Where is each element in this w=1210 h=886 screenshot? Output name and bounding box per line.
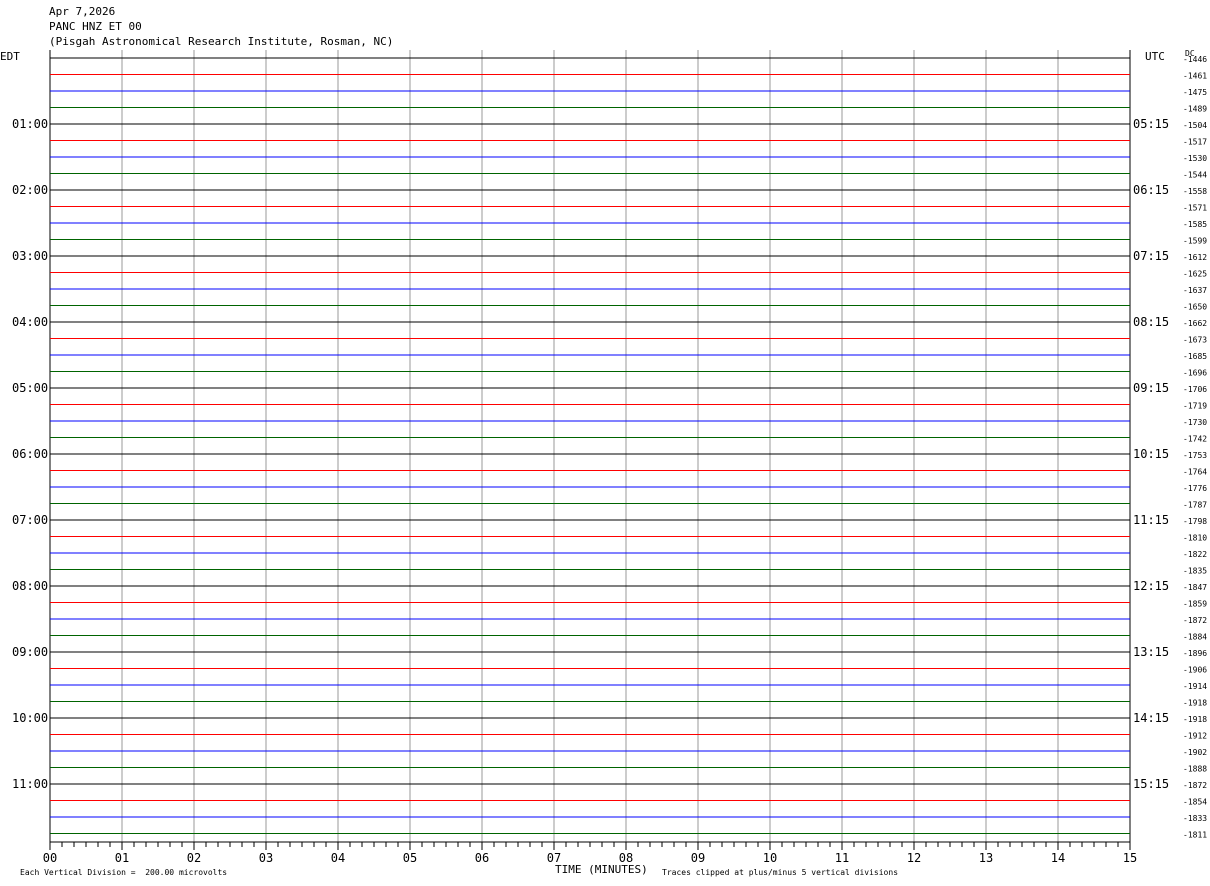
right-time-label: 13:15 [1133, 645, 1169, 659]
dc-offset-label: -1599 [1183, 237, 1207, 246]
right-time-label: 14:15 [1133, 711, 1169, 725]
dc-offset-label: -1811 [1183, 831, 1207, 840]
left-time-label: 02:00 [12, 183, 48, 197]
dc-offset-label: -1918 [1183, 715, 1207, 724]
dc-offset-label: -1884 [1183, 633, 1207, 642]
dc-offset-label: -1798 [1183, 517, 1207, 526]
dc-offset-label: -1896 [1183, 649, 1207, 658]
dc-offset-label: -1706 [1183, 385, 1207, 394]
x-tick-label: 01 [115, 851, 129, 865]
left-time-label: 07:00 [12, 513, 48, 527]
dc-offset-label: -1571 [1183, 204, 1207, 213]
dc-offset-label: -1914 [1183, 682, 1207, 691]
dc-offset-label: -1753 [1183, 451, 1207, 460]
dc-offset-label: -1833 [1183, 814, 1207, 823]
right-time-label: 09:15 [1133, 381, 1169, 395]
dc-offset-label: -1673 [1183, 336, 1207, 345]
x-tick-label: 12 [907, 851, 921, 865]
dc-offset-label: -1475 [1183, 88, 1207, 97]
dc-offset-label: -1787 [1183, 501, 1207, 510]
dc-offset-label: -1918 [1183, 699, 1207, 708]
x-tick-label: 10 [763, 851, 777, 865]
x-tick-label: 11 [835, 851, 849, 865]
right-time-label: 15:15 [1133, 777, 1169, 791]
x-tick-label: 09 [691, 851, 705, 865]
dc-offset-label: -1637 [1183, 286, 1207, 295]
dc-offset-label: -1696 [1183, 369, 1207, 378]
right-time-label: 07:15 [1133, 249, 1169, 263]
right-time-label: 11:15 [1133, 513, 1169, 527]
x-tick-label: 02 [187, 851, 201, 865]
dc-offset-label: -1872 [1183, 781, 1207, 790]
dc-offset-label: -1742 [1183, 435, 1207, 444]
dc-offset-label: -1847 [1183, 583, 1207, 592]
dc-offset-label: -1585 [1183, 220, 1207, 229]
right-time-label: 08:15 [1133, 315, 1169, 329]
dc-offset-label: -1835 [1183, 567, 1207, 576]
dc-offset-label: -1662 [1183, 319, 1207, 328]
scale-note: Each Vertical Division = 200.00 microvol… [20, 868, 228, 877]
dc-offset-label: -1810 [1183, 534, 1207, 543]
dc-offset-label: -1730 [1183, 418, 1207, 427]
right-time-label: 12:15 [1133, 579, 1169, 593]
dc-offset-label: -1902 [1183, 748, 1207, 757]
dc-offset-label: -1764 [1183, 468, 1207, 477]
dc-offset-label: -1544 [1183, 171, 1207, 180]
left-time-label: 08:00 [12, 579, 48, 593]
dc-offset-label: -1888 [1183, 765, 1207, 774]
dc-offset-label: -1650 [1183, 303, 1207, 312]
dc-offset-label: -1859 [1183, 600, 1207, 609]
dc-offset-label: -1461 [1183, 72, 1207, 81]
dc-offset-label: -1558 [1183, 187, 1207, 196]
dc-offset-label: -1776 [1183, 484, 1207, 493]
dc-offset-label: -1612 [1183, 253, 1207, 262]
dc-offset-label: -1912 [1183, 732, 1207, 741]
x-tick-label: 05 [403, 851, 417, 865]
right-time-label: 05:15 [1133, 117, 1169, 131]
right-time-label: 06:15 [1133, 183, 1169, 197]
dc-offset-label: -1446 [1183, 55, 1207, 64]
left-time-label: 05:00 [12, 381, 48, 395]
dc-offset-label: -1489 [1183, 105, 1207, 114]
left-time-label: 04:00 [12, 315, 48, 329]
right-time-label: 10:15 [1133, 447, 1169, 461]
helicorder-plot: -1446 -1461 -1475 -1489 -1504 -1517 -1530 -1544… [12, 50, 1207, 865]
x-tick-label: 04 [331, 851, 345, 865]
dc-offset-label: -1517 [1183, 138, 1207, 147]
left-time-label: 01:00 [12, 117, 48, 131]
left-time-label: 03:00 [12, 249, 48, 263]
x-axis-label: TIME (MINUTES) [555, 863, 648, 876]
left-time-label: 11:00 [12, 777, 48, 791]
dc-offset-label: -1530 [1183, 154, 1207, 163]
x-tick-label: 13 [979, 851, 993, 865]
x-tick-label: 14 [1051, 851, 1065, 865]
dc-offset-label: -1872 [1183, 616, 1207, 625]
dc-offset-label: -1685 [1183, 352, 1207, 361]
dc-offset-label: -1625 [1183, 270, 1207, 279]
x-tick-label: 03 [259, 851, 273, 865]
left-time-label: 06:00 [12, 447, 48, 461]
dc-offset-label: -1906 [1183, 666, 1207, 675]
x-tick-label: 06 [475, 851, 489, 865]
dc-offset-label: -1719 [1183, 402, 1207, 411]
x-tick-label: 15 [1123, 851, 1137, 865]
left-time-label: 09:00 [12, 645, 48, 659]
left-time-label: 10:00 [12, 711, 48, 725]
clip-note: Traces clipped at plus/minus 5 vertical … [662, 868, 899, 877]
x-tick-label: 00 [43, 851, 57, 865]
dc-offset-label: -1504 [1183, 121, 1207, 130]
dc-offset-label: -1854 [1183, 798, 1207, 807]
dc-offset-label: -1822 [1183, 550, 1207, 559]
